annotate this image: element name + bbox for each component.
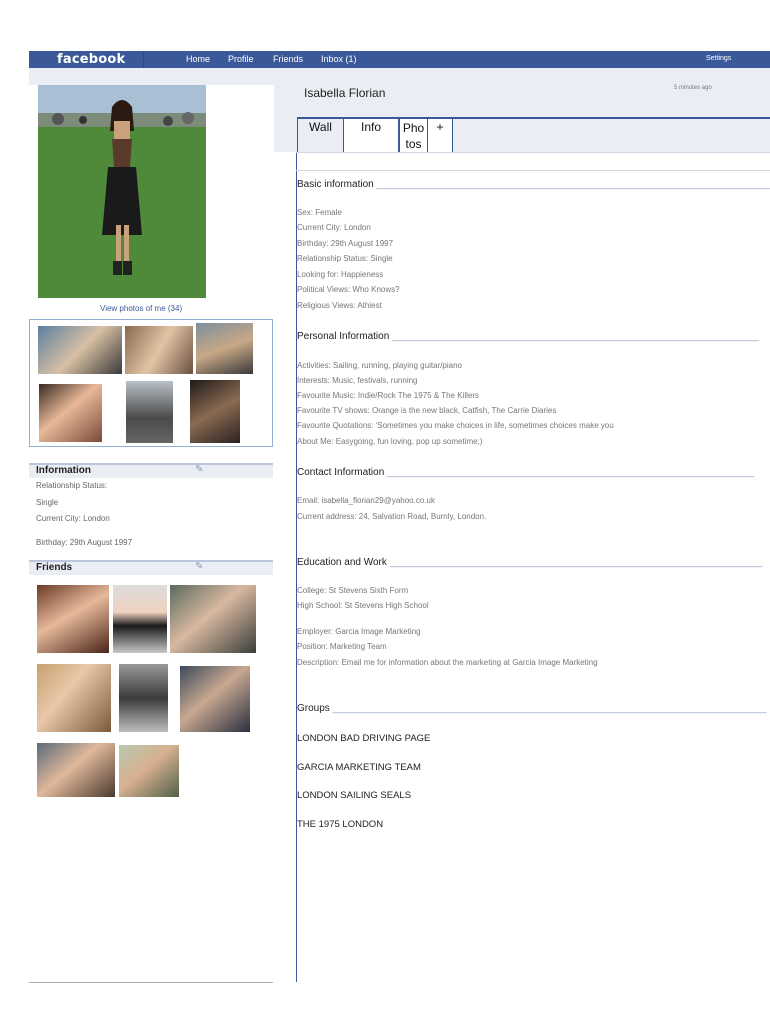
nav-inbox[interactable]: Inbox (1) — [321, 54, 357, 64]
education-high-school: High School: St Stevens High School — [297, 601, 429, 610]
personal-activities: Activities: Sailing, running, playing gu… — [297, 361, 462, 370]
basic-city: Current City: London — [297, 223, 371, 232]
group-item[interactable]: LONDON SAILING SEALS — [297, 790, 411, 801]
work-description: Description: Email me for information ab… — [297, 658, 598, 667]
tab-wall[interactable]: Wall — [297, 119, 343, 152]
edit-pencil-icon[interactable]: ✎ — [195, 464, 203, 475]
education-work-heading: Education and Work _____________________… — [297, 557, 763, 568]
nav-settings[interactable]: Settings — [706, 55, 731, 62]
nav-profile[interactable]: Profile — [228, 54, 254, 64]
basic-birthday: Birthday: 29th August 1997 — [297, 239, 394, 248]
contact-email[interactable]: Email: isabella_florian29@yahoo.co.uk — [297, 496, 435, 505]
basic-relationship: Relationship Status: Single — [297, 254, 393, 263]
basic-sex: Sex: Female — [297, 208, 342, 217]
basic-political: Political Views: Who Knows? — [297, 285, 400, 294]
basic-information-heading: Basic information ______________________… — [297, 179, 770, 190]
group-item[interactable]: GARCIA MARKETING TEAM — [297, 762, 421, 773]
personal-interests: Interests: Music, festivals, running — [297, 376, 418, 385]
profile-name: Isabella Florian — [304, 86, 386, 100]
personal-quotations: Favourite Quotations: 'Sometimes you mak… — [297, 421, 614, 430]
friend-photo-3[interactable] — [170, 585, 256, 653]
contact-address: Current address: 24, Salvation Road, Bur… — [297, 512, 487, 521]
photo-grid — [29, 319, 273, 447]
photo-thumb-1[interactable] — [38, 326, 122, 374]
sidebar-bottom-rule — [29, 982, 273, 983]
education-college: College: St Stevens Sixth Form — [297, 586, 409, 595]
contact-information-heading: Contact Information ____________________… — [297, 467, 755, 478]
tab-photos[interactable]: Pho tos — [399, 119, 428, 152]
info-relationship-label: Relationship Status: — [36, 481, 108, 490]
content-top-rule — [296, 152, 770, 153]
profile-photo-illustration — [38, 85, 206, 298]
basic-religious: Religious Views: Athiest — [297, 301, 382, 310]
photo-thumb-4[interactable] — [39, 384, 102, 442]
personal-about-me: About Me: Easygoing, fun loving, pop up … — [297, 437, 483, 446]
group-item[interactable]: THE 1975 LONDON — [297, 819, 383, 830]
friends-title: Friends — [36, 562, 73, 573]
personal-tv-shows: Favourite TV shows: Orange is the new bl… — [297, 406, 557, 415]
nav-friends[interactable]: Friends — [273, 54, 303, 64]
content-top-rule-2 — [296, 170, 770, 171]
tab-add[interactable]: + — [428, 119, 453, 152]
information-title: Information — [36, 465, 91, 476]
profile-picture[interactable] — [38, 85, 206, 298]
friend-photo-2[interactable] — [113, 585, 167, 653]
group-item[interactable]: LONDON BAD DRIVING PAGE — [297, 733, 430, 744]
friend-photo-1[interactable] — [37, 585, 109, 653]
personal-information-heading: Personal Information ___________________… — [297, 331, 760, 342]
info-birthday: Birthday: 29th August 1997 — [36, 538, 133, 547]
top-navigation-bar — [29, 51, 770, 68]
info-relationship-value: Single — [36, 498, 59, 507]
photo-thumb-2[interactable] — [125, 326, 193, 374]
basic-looking-for: Looking for: Happieness — [297, 270, 384, 279]
groups-heading: Groups _________________________________… — [297, 703, 767, 714]
friend-photo-7[interactable] — [37, 743, 115, 797]
photo-thumb-5[interactable] — [126, 381, 173, 443]
tab-info[interactable]: Info — [343, 119, 399, 152]
photo-thumb-3[interactable] — [196, 323, 253, 374]
photo-thumb-6[interactable] — [190, 380, 240, 443]
facebook-logo[interactable]: facebook — [57, 52, 125, 67]
info-current-city: Current City: London — [36, 514, 110, 523]
edit-pencil-icon[interactable]: ✎ — [195, 561, 203, 572]
friend-photo-8[interactable] — [119, 745, 179, 797]
work-employer: Employer: Garcia Image Marketing — [297, 627, 421, 636]
friend-photo-6[interactable] — [180, 666, 250, 732]
logo-divider — [143, 51, 144, 68]
view-photos-link[interactable]: View photos of me (34) — [100, 304, 182, 313]
personal-music: Favourite Music: Indie/Rock The 1975 & T… — [297, 391, 480, 400]
time-ago: 5 minutes ago — [674, 85, 712, 91]
nav-home[interactable]: Home — [186, 54, 210, 64]
friend-photo-4[interactable] — [37, 664, 111, 732]
friend-photo-5[interactable] — [119, 664, 168, 732]
work-position: Position: Marketing Team — [297, 642, 387, 651]
